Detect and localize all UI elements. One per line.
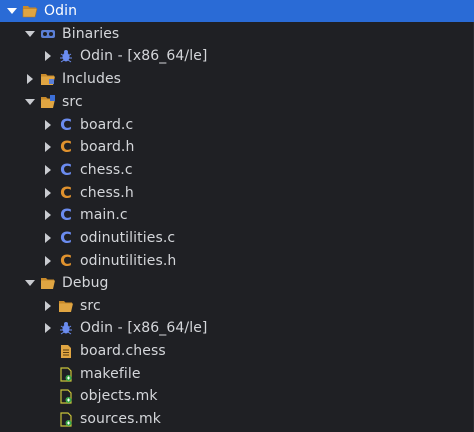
make-file-icon: [58, 366, 74, 382]
tree-item-odinutilities-h[interactable]: C odinutilities.h: [0, 250, 474, 272]
expand-toggle[interactable]: [42, 159, 54, 181]
chevron-right-icon: [45, 301, 51, 311]
c-source-file-icon: C: [60, 205, 72, 224]
binaries-icon: [40, 26, 56, 42]
tree-item-label: Odin - [x86_64/le]: [80, 48, 208, 64]
tree-item-sources-mk[interactable]: sources.mk: [0, 408, 474, 430]
tree-item-makefile[interactable]: makefile: [0, 363, 474, 385]
c-source-file-icon: C: [60, 160, 72, 179]
chevron-right-icon: [27, 74, 33, 84]
c-source-file-icon: C: [60, 228, 72, 247]
tree-item-project-odin[interactable]: Odin: [0, 0, 474, 22]
chevron-right-icon: [45, 120, 51, 130]
tree-item-src[interactable]: src: [0, 91, 474, 113]
c-source-file-icon: C: [60, 115, 72, 134]
tree-item-includes[interactable]: Includes: [0, 68, 474, 90]
bug-executable-icon: [58, 320, 74, 336]
expand-toggle[interactable]: [42, 204, 54, 226]
tree-item-label: sources.mk: [80, 411, 161, 427]
expand-toggle[interactable]: [42, 182, 54, 204]
expand-toggle[interactable]: [42, 227, 54, 249]
chevron-right-icon: [45, 51, 51, 61]
chevron-right-icon: [45, 233, 51, 243]
tree-item-label: odinutilities.h: [80, 253, 177, 269]
make-file-icon: [58, 411, 74, 427]
source-folder-icon: [40, 94, 56, 110]
expand-toggle[interactable]: [42, 295, 54, 317]
tree-item-label: main.c: [80, 207, 128, 223]
chevron-down-icon: [25, 31, 35, 37]
expand-toggle[interactable]: [42, 250, 54, 272]
expand-toggle[interactable]: [24, 68, 36, 90]
tree-item-label: Includes: [62, 71, 122, 87]
tree-item-board-c[interactable]: C board.c: [0, 114, 474, 136]
tree-item-binary-odin[interactable]: Odin - [x86_64/le]: [0, 45, 474, 67]
tree-item-label: odinutilities.c: [80, 230, 176, 246]
expand-toggle[interactable]: [42, 45, 54, 67]
expand-toggle[interactable]: [24, 23, 36, 45]
c-header-file-icon: C: [60, 183, 72, 202]
chevron-down-icon: [7, 8, 17, 14]
includes-folder-icon: [40, 71, 56, 87]
tree-item-label: chess.h: [80, 185, 134, 201]
chevron-right-icon: [45, 188, 51, 198]
project-explorer-panel: Odin Binaries Odin - [x86_64/le] Include…: [0, 0, 474, 432]
tree-item-label: Binaries: [62, 26, 120, 42]
tree-item-label: board.h: [80, 139, 135, 155]
expand-toggle[interactable]: [42, 317, 54, 339]
chevron-right-icon: [45, 256, 51, 266]
tree-item-board-h[interactable]: C board.h: [0, 136, 474, 158]
tree-item-label: board.c: [80, 117, 134, 133]
tree-item-label: Odin - [x86_64/le]: [80, 320, 208, 336]
chevron-down-icon: [25, 280, 35, 286]
chevron-right-icon: [45, 323, 51, 333]
tree-item-binaries[interactable]: Binaries: [0, 23, 474, 45]
folder-open-icon: [40, 275, 56, 291]
tree-item-label: Odin: [44, 3, 78, 19]
project-folder-icon: [22, 3, 38, 19]
chevron-down-icon: [25, 99, 35, 105]
tree-item-objects-mk[interactable]: objects.mk: [0, 385, 474, 407]
expand-toggle[interactable]: [24, 272, 36, 294]
tree-item-main-c[interactable]: C main.c: [0, 204, 474, 226]
tree-item-debug-odin[interactable]: Odin - [x86_64/le]: [0, 317, 474, 339]
tree-item-label: Debug: [62, 275, 109, 291]
c-header-file-icon: C: [60, 137, 72, 156]
tree-item-odinutilities-c[interactable]: C odinutilities.c: [0, 227, 474, 249]
text-file-icon: [58, 343, 74, 359]
tree-item-debug-src[interactable]: src: [0, 295, 474, 317]
expand-toggle[interactable]: [24, 91, 36, 113]
tree-item-label: board.chess: [80, 343, 166, 359]
tree-item-label: src: [80, 298, 101, 314]
chevron-right-icon: [45, 210, 51, 220]
expand-toggle[interactable]: [42, 114, 54, 136]
tree-item-debug[interactable]: Debug: [0, 272, 474, 294]
expand-toggle[interactable]: [42, 136, 54, 158]
tree-item-board-chess[interactable]: board.chess: [0, 340, 474, 362]
make-file-icon: [58, 388, 74, 404]
tree-item-label: objects.mk: [80, 388, 158, 404]
tree-item-chess-h[interactable]: C chess.h: [0, 182, 474, 204]
bug-executable-icon: [58, 48, 74, 64]
tree-item-label: makefile: [80, 366, 141, 382]
folder-open-icon: [58, 298, 74, 314]
tree-item-label: chess.c: [80, 162, 133, 178]
expand-toggle[interactable]: [6, 0, 18, 22]
c-header-file-icon: C: [60, 251, 72, 270]
chevron-right-icon: [45, 142, 51, 152]
tree-item-chess-c[interactable]: C chess.c: [0, 159, 474, 181]
chevron-right-icon: [45, 165, 51, 175]
tree-item-label: src: [62, 94, 83, 110]
